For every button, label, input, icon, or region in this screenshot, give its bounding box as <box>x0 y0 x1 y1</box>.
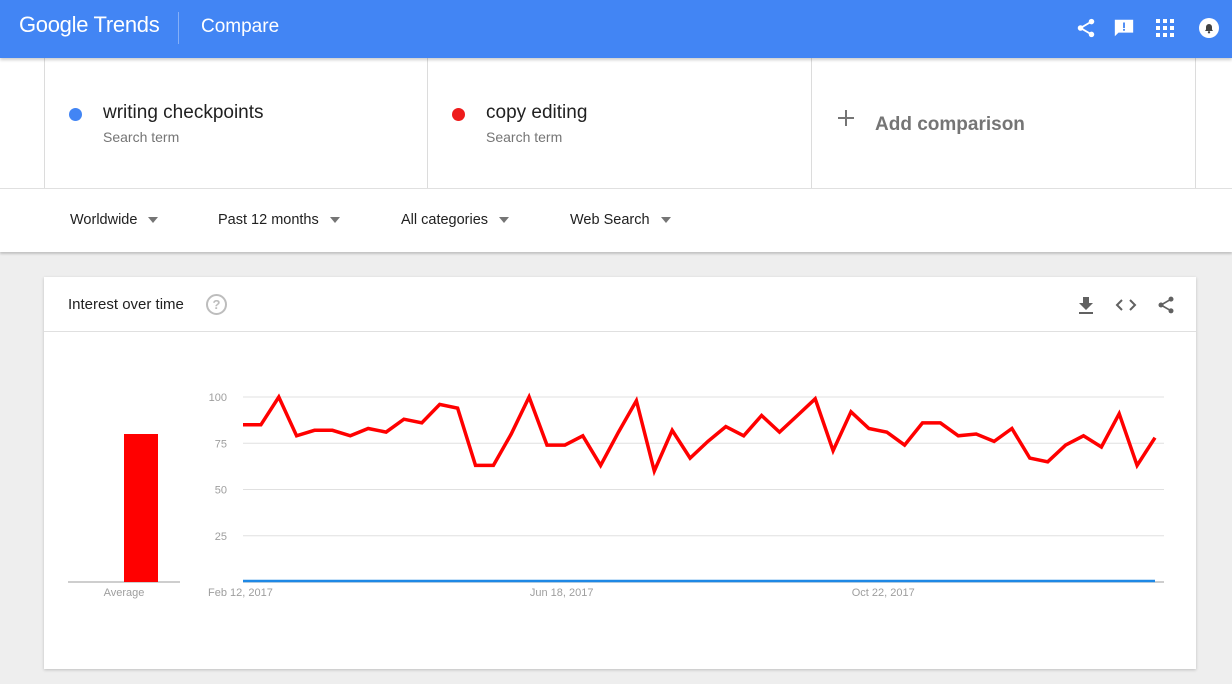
apps-grid-icon[interactable] <box>1153 16 1177 40</box>
notifications-bell-icon[interactable] <box>1197 16 1221 40</box>
search-type-filter-dropdown[interactable]: Web Search <box>570 212 671 228</box>
term-name: copy editing <box>486 102 588 123</box>
average-chart: Average <box>68 434 180 599</box>
add-comparison-label: Add comparison <box>875 114 1025 135</box>
plus-icon <box>838 110 854 126</box>
comparison-terms-bar: writing checkpoints Search term copy edi… <box>0 58 1232 188</box>
header-divider <box>178 12 179 44</box>
chart-gridlines <box>243 396 1164 583</box>
x-tick-label: Oct 22, 2017 <box>852 587 915 599</box>
time-range-filter-label: Past 12 months <box>218 212 319 228</box>
term-card-writing-checkpoints[interactable]: writing checkpoints Search term <box>44 58 428 188</box>
location-filter-dropdown[interactable]: Worldwide <box>70 212 159 228</box>
series-color-dot <box>69 108 82 121</box>
series-line-copy-editing <box>243 392 1157 477</box>
add-comparison-button[interactable]: Add comparison <box>811 58 1196 188</box>
x-tick-label: Jun 18, 2017 <box>530 587 594 599</box>
category-filter-label: All categories <box>401 212 489 228</box>
google-trends-logo[interactable]: Google Trends <box>19 12 160 38</box>
time-range-filter-dropdown[interactable]: Past 12 months <box>218 212 340 228</box>
average-label: Average <box>104 587 145 599</box>
y-tick-label: 75 <box>215 438 227 450</box>
y-tick-label: 100 <box>209 392 227 404</box>
term-type: Search term <box>486 129 563 145</box>
page-title: Compare <box>201 16 280 37</box>
search-type-filter-label: Web Search <box>570 212 650 228</box>
feedback-icon[interactable] <box>1112 16 1136 40</box>
y-axis-ticks: 25 50 75 100 <box>209 392 227 543</box>
share-icon[interactable] <box>1074 16 1098 40</box>
term-card-copy-editing[interactable]: copy editing Search term <box>427 58 811 188</box>
term-name: writing checkpoints <box>103 102 264 123</box>
x-tick-label: Feb 12, 2017 <box>208 587 273 599</box>
app-header: Google Trends Compare <box>0 0 1232 58</box>
dropdown-caret-icon <box>329 217 340 223</box>
interest-over-time-card: Interest over time ? Average 25 50 75 100 F… <box>44 277 1196 669</box>
location-filter-label: Worldwide <box>70 212 138 228</box>
x-axis-ticks: Feb 12, 2017 Jun 18, 2017 Oct 22, 2017 <box>208 587 915 599</box>
filter-bar: Worldwide Past 12 months All categories … <box>0 188 1232 252</box>
dropdown-caret-icon <box>660 217 671 223</box>
average-bar-copy-editing <box>124 434 158 582</box>
category-filter-dropdown[interactable]: All categories <box>401 212 510 228</box>
y-tick-label: 50 <box>215 485 227 497</box>
dropdown-caret-icon <box>499 217 510 223</box>
dropdown-caret-icon <box>148 217 159 223</box>
y-tick-label: 25 <box>215 531 227 543</box>
series-color-dot <box>452 108 465 121</box>
term-type: Search term <box>103 129 180 145</box>
interest-over-time-chart: Average 25 50 75 100 Feb 12, 2017 Jun 18, 20… <box>68 392 1164 599</box>
